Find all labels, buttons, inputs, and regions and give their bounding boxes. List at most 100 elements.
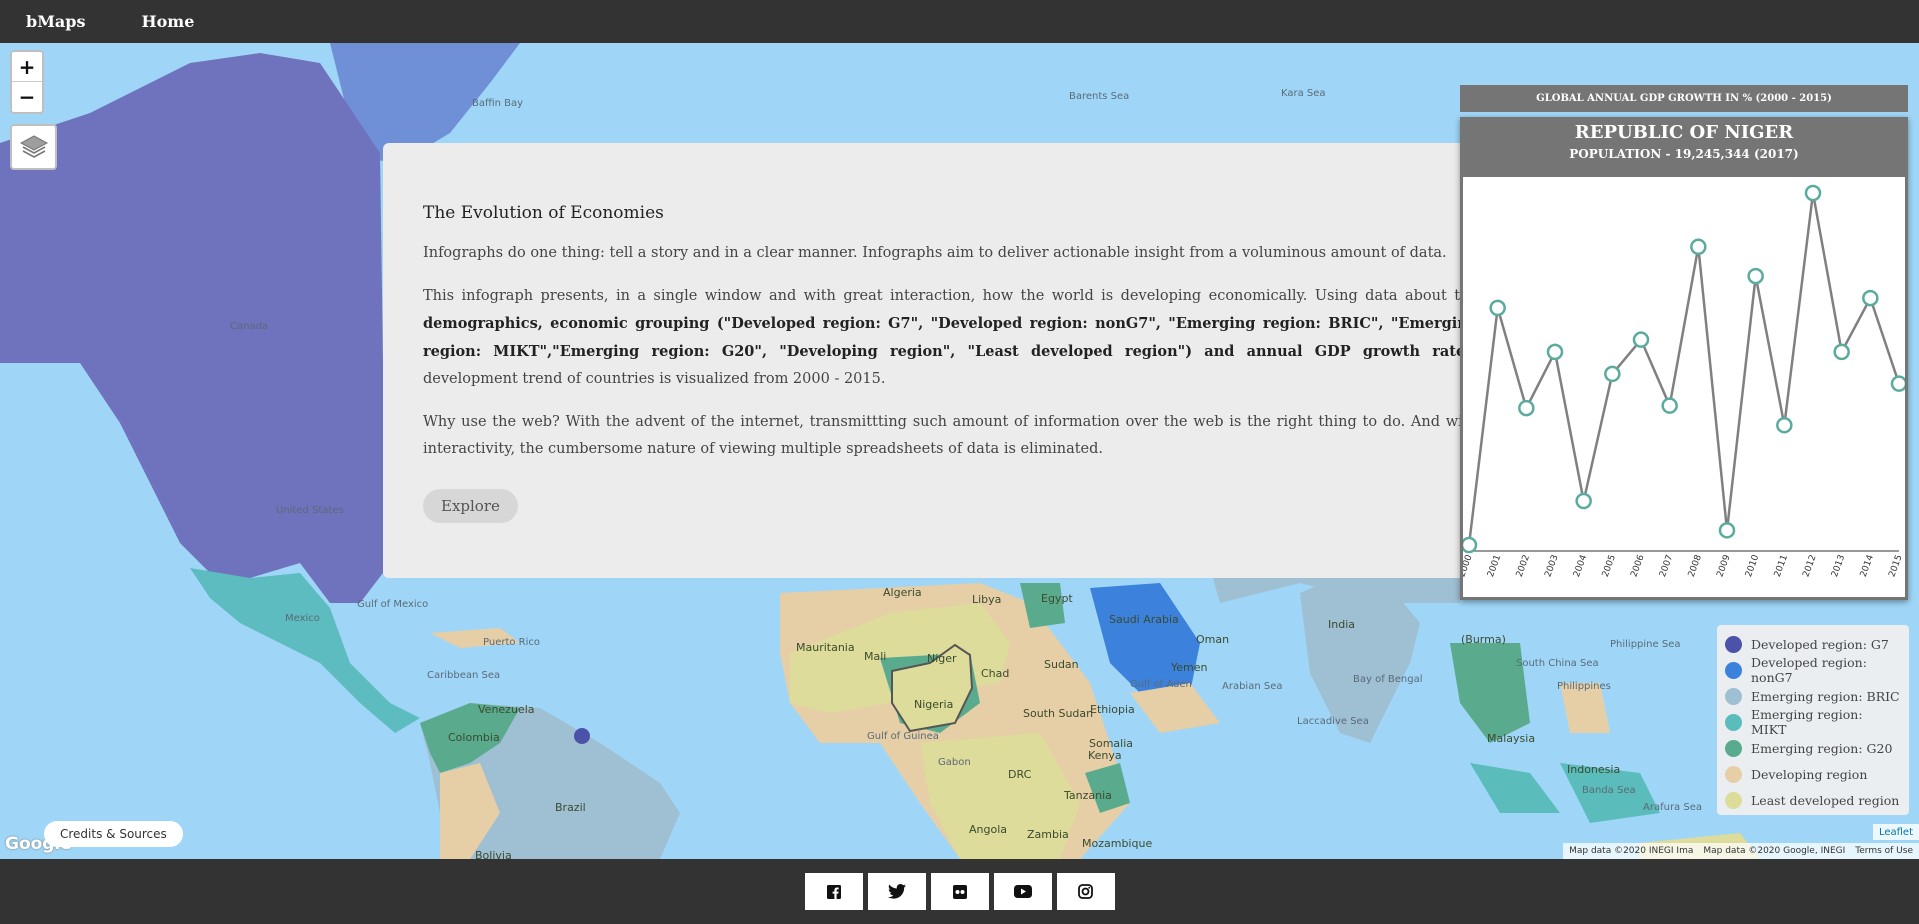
place-angola: Angola — [969, 823, 1008, 836]
legend-item: Developing region — [1725, 761, 1901, 787]
legend-item: Developed region: G7 — [1725, 631, 1901, 657]
place-ethiopia: Ethiopia — [1090, 703, 1135, 716]
zoom-out-button[interactable]: − — [12, 82, 42, 112]
place-south-sudan: South Sudan — [1023, 707, 1094, 720]
brand-logo[interactable]: bMaps — [26, 12, 85, 31]
explore-button[interactable]: Explore — [423, 489, 518, 523]
layers-button[interactable] — [10, 124, 57, 170]
place-bay-of-bengal: Bay of Bengal — [1353, 674, 1423, 685]
place-mali: Mali — [864, 650, 887, 663]
legend-swatch — [1725, 791, 1742, 809]
place-puerto-rico: Puerto Rico — [483, 637, 541, 648]
data-point-2015[interactable] — [1890, 375, 1908, 392]
flickr-icon — [952, 884, 967, 899]
legend-label: Developed region: G7 — [1751, 636, 1889, 652]
terms-of-use-link[interactable]: Terms of Use — [1855, 846, 1913, 856]
credits-button[interactable]: Credits & Sources — [44, 821, 183, 847]
twitter-button[interactable] — [867, 873, 926, 910]
data-point-2013[interactable] — [1833, 343, 1850, 361]
legend-label: Emerging region: BRIC — [1751, 688, 1900, 704]
leaflet-link[interactable]: Leaflet — [1872, 824, 1919, 840]
data-point-2001[interactable] — [1489, 299, 1506, 317]
place-chad: Chad — [981, 667, 1010, 680]
place-mexico: Mexico — [285, 613, 320, 624]
youtube-button[interactable] — [993, 873, 1052, 910]
data-point-2005[interactable] — [1604, 365, 1621, 383]
attribution-text-2: Map data ©2020 Google, INEGI — [1703, 846, 1846, 856]
place-drc: DRC — [1008, 768, 1032, 781]
chart-header: GLOBAL ANNUAL GDP GROWTH IN % (2000 - 20… — [1460, 85, 1908, 112]
data-point-2008[interactable] — [1690, 238, 1707, 256]
place-burma: (Burma) — [1461, 633, 1506, 646]
instagram-button[interactable] — [1056, 873, 1115, 910]
p2-bold: demographics, economic grouping ("Develo… — [423, 315, 1478, 360]
x-tick-label: 2014 — [1859, 553, 1876, 578]
data-point-2004[interactable] — [1575, 492, 1592, 510]
chart-panel: REPUBLIC OF NIGER POPULATION - 19,245,34… — [1457, 117, 1908, 600]
x-tick-label: 2002 — [1515, 554, 1532, 579]
attribution-text-1: Map data ©2020 INEGI Ima — [1569, 846, 1694, 856]
intro-title: The Evolution of Economies — [423, 203, 664, 223]
data-point-2007[interactable] — [1661, 397, 1678, 414]
place-kenya: Kenya — [1088, 749, 1122, 762]
place-sudan: Sudan — [1044, 658, 1079, 671]
legend-swatch — [1725, 765, 1742, 783]
place-egypt: Egypt — [1041, 592, 1073, 605]
intro-paragraph-2: This infograph presents, in a single win… — [423, 283, 1478, 393]
place-gulf-of-guinea: Gulf of Guinea — [867, 731, 939, 742]
place-algeria: Algeria — [883, 586, 922, 599]
map-legend: Developed region: G7 Developed region: no… — [1717, 625, 1909, 815]
facebook-button[interactable] — [804, 873, 863, 910]
legend-swatch — [1725, 635, 1742, 653]
legend-item: Least developed region — [1725, 787, 1901, 813]
place-gulf-of-mexico: Gulf of Mexico — [357, 599, 429, 610]
legend-item: Emerging region: MIKT — [1725, 707, 1901, 737]
place-south-china-sea: South China Sea — [1516, 658, 1599, 669]
gdp-series-line — [1467, 192, 1901, 546]
place-philippine-sea: Philippine Sea — [1610, 639, 1681, 650]
place-canada: Canada — [230, 321, 269, 332]
data-point-2014[interactable] — [1862, 289, 1879, 307]
x-tick-label: 2000 — [1463, 553, 1475, 578]
place-mauritania: Mauritania — [796, 641, 855, 654]
data-point-2009[interactable] — [1718, 522, 1736, 539]
place-colombia: Colombia — [448, 731, 500, 744]
place-brazil: Brazil — [555, 801, 586, 814]
data-point-2011[interactable] — [1776, 416, 1793, 434]
place-bolivia: Bolivia — [475, 849, 512, 859]
data-point-2000[interactable] — [1460, 536, 1478, 554]
place-venezuela: Venezuela — [478, 703, 535, 716]
zoom-in-button[interactable]: + — [12, 52, 42, 82]
place-libya: Libya — [972, 593, 1002, 606]
zoom-control: + − — [10, 50, 44, 114]
x-tick-label: 2012 — [1801, 554, 1818, 579]
data-point-2010[interactable] — [1747, 267, 1764, 285]
legend-label: Least developed region — [1751, 792, 1900, 808]
data-point-2003[interactable] — [1546, 343, 1564, 361]
place-barents-sea: Barents Sea — [1069, 91, 1130, 102]
layers-icon — [19, 135, 48, 158]
x-tick-label: 2005 — [1601, 554, 1618, 579]
flickr-button[interactable] — [930, 873, 989, 910]
place-indonesia: Indonesia — [1567, 763, 1621, 776]
x-tick-label: 2009 — [1715, 553, 1732, 578]
data-point-2012[interactable] — [1804, 184, 1822, 202]
x-tick-label: 2008 — [1687, 553, 1704, 578]
youtube-icon — [1013, 885, 1032, 898]
p2-start: This infograph presents, in a single win… — [423, 288, 1478, 304]
navbar: bMaps Home — [0, 0, 1919, 43]
map-attribution: Map data ©2020 INEGI Ima Map data ©2020 … — [1563, 843, 1919, 859]
instagram-icon — [1078, 884, 1093, 899]
place-baffin-bay: Baffin Bay — [472, 98, 524, 109]
data-point-2006[interactable] — [1632, 331, 1650, 348]
place-india: India — [1328, 618, 1355, 631]
place-zambia: Zambia — [1027, 828, 1069, 841]
data-point-2002[interactable] — [1518, 399, 1535, 417]
x-tick-label: 2007 — [1658, 554, 1675, 579]
x-tick-label: 2006 — [1629, 553, 1646, 578]
nav-home-link[interactable]: Home — [141, 12, 194, 31]
legend-item: Emerging region: G20 — [1725, 735, 1901, 761]
place-arafura-sea: Arafura Sea — [1643, 802, 1702, 813]
footer — [0, 859, 1919, 924]
place-philippines: Philippines — [1557, 681, 1611, 692]
